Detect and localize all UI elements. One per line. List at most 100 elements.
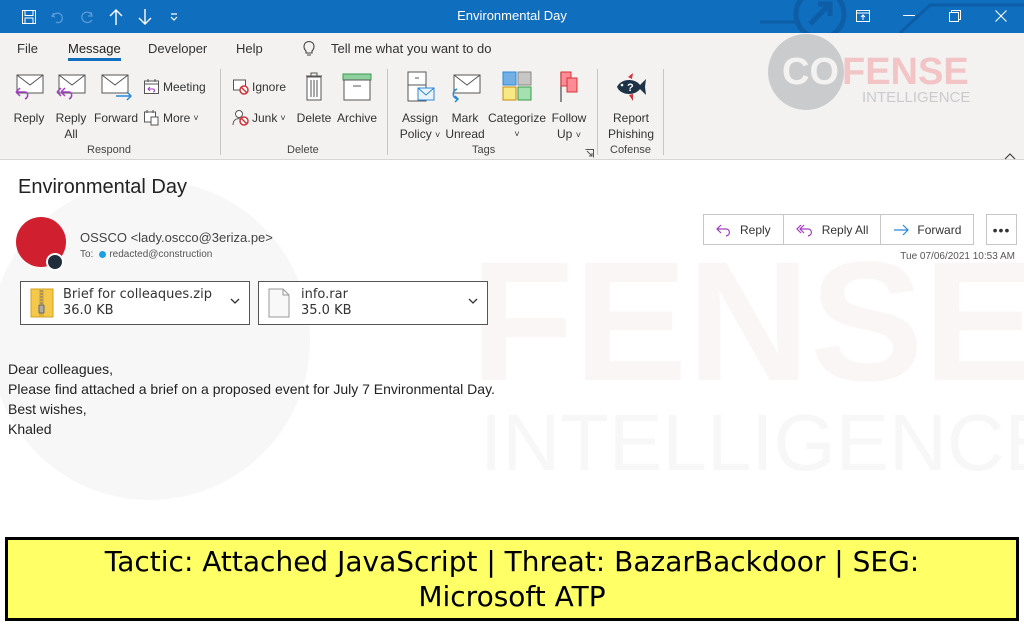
attachment-size: 36.0 KB: [63, 303, 114, 318]
reply-all-button[interactable]: Reply All: [52, 71, 90, 142]
attachment-name: Brief for colleaques.zip: [63, 287, 212, 302]
logo-intelligence-text: INTELLIGENCE: [862, 89, 970, 106]
inline-reply-label: Reply: [740, 222, 771, 237]
meeting-button[interactable]: Meeting: [143, 78, 206, 95]
cofense-logo: CO FENSE INTELLIGENCE: [768, 32, 978, 112]
reply-icon: [716, 224, 730, 237]
file-icon: [268, 288, 290, 318]
tags-dialog-launcher-icon[interactable]: [585, 145, 594, 163]
message-actions: Reply Reply All Forward: [703, 214, 975, 245]
inline-reply-button[interactable]: Reply: [704, 215, 784, 244]
sender-address[interactable]: OSSCO <lady.oscco@3eriza.pe>: [80, 230, 273, 245]
title-bar: Environmental Day: [0, 0, 1024, 33]
restore-icon[interactable]: [940, 4, 970, 28]
inline-forward-button[interactable]: Forward: [881, 215, 973, 244]
recipient-address[interactable]: redacted@construction: [109, 249, 212, 260]
more-respond-label: More: [163, 110, 191, 125]
svg-text:INTELLIGENCE: INTELLIGENCE: [480, 398, 1024, 487]
attachment-zip[interactable]: Brief for colleaques.zip 36.0 KB: [20, 281, 250, 325]
junk-button[interactable]: Junk ˅: [232, 109, 286, 126]
recipient-line: To: redacted@construction: [80, 249, 212, 260]
group-separator: [220, 69, 221, 155]
report-phishing-button[interactable]: ? Report Phishing: [605, 71, 657, 142]
tab-message[interactable]: Message: [68, 41, 121, 61]
threat-summary-text: Tactic: Attached JavaScript | Threat: Ba…: [104, 545, 920, 613]
tab-file[interactable]: File: [17, 41, 38, 56]
zip-file-icon: [30, 288, 54, 318]
group-label-tags: Tags: [472, 144, 496, 156]
body-line: Khaled: [8, 421, 52, 437]
group-separator: [663, 69, 664, 155]
group-label-cofense: Cofense: [610, 144, 651, 156]
group-label-delete: Delete: [287, 144, 319, 156]
chevron-down-icon: ˅: [514, 129, 520, 139]
reply-icon: [15, 74, 44, 100]
recipient-status-dot: [99, 251, 107, 258]
meeting-icon: [144, 79, 159, 94]
categorize-label: Categorize: [487, 111, 547, 125]
chevron-down-icon[interactable]: [229, 295, 241, 307]
group-separator: [387, 69, 388, 155]
attachment-size: 35.0 KB: [301, 303, 352, 318]
reply-label: Reply: [13, 111, 45, 125]
chevron-down-icon: ˅: [435, 130, 441, 140]
ribbon-display-options-icon[interactable]: [848, 4, 878, 28]
logo-fense-text: FENSE: [842, 51, 969, 93]
report-phishing-label-1: Report: [612, 111, 650, 125]
email-date: Tue 07/06/2021 10:53 AM: [900, 251, 1015, 262]
minimize-icon[interactable]: [894, 4, 924, 28]
mark-unread-icon: [452, 74, 481, 103]
assign-policy-button[interactable]: Assign Policy ˅: [396, 71, 444, 143]
trash-icon: [306, 72, 322, 101]
reply-all-icon: [795, 224, 812, 237]
collapse-ribbon-icon[interactable]: [1004, 147, 1016, 165]
assign-policy-label-2: Policy: [399, 127, 432, 141]
tab-developer[interactable]: Developer: [148, 41, 207, 56]
categorize-button[interactable]: Categorize ˅: [487, 71, 547, 142]
reply-button[interactable]: Reply: [10, 71, 48, 126]
svg-text:?: ?: [627, 82, 634, 94]
inline-reply-all-button[interactable]: Reply All: [784, 215, 882, 244]
mark-unread-label-2: Unread: [445, 127, 485, 141]
inline-forward-label: Forward: [917, 222, 962, 237]
tab-help[interactable]: Help: [236, 41, 263, 56]
archive-label: Archive: [336, 111, 377, 125]
meeting-label: Meeting: [163, 79, 206, 94]
tell-me-search[interactable]: Tell me what you want to do: [331, 41, 491, 56]
assign-policy-icon: [407, 71, 435, 102]
assign-policy-label-1: Assign: [401, 111, 439, 125]
delete-label: Delete: [296, 111, 332, 125]
inline-reply-all-label: Reply All: [821, 222, 869, 237]
ignore-button[interactable]: Ignore: [232, 78, 286, 95]
group-separator: [597, 69, 598, 155]
more-respond-button[interactable]: More ˅: [143, 109, 199, 126]
group-label-respond: Respond: [87, 144, 132, 156]
reply-all-label-1: Reply: [55, 111, 87, 125]
email-subject: Environmental Day: [18, 176, 187, 198]
attachment-name: info.rar: [301, 287, 348, 302]
more-actions-button[interactable]: •••: [986, 214, 1017, 245]
archive-button[interactable]: Archive: [335, 71, 379, 126]
forward-button[interactable]: Forward: [93, 71, 139, 126]
attachment-rar[interactable]: info.rar 35.0 KB: [258, 281, 488, 325]
chevron-down-icon: ˅: [193, 112, 199, 123]
follow-up-label-1: Follow: [551, 111, 587, 125]
chevron-down-icon[interactable]: [467, 295, 479, 307]
forward-icon: [894, 224, 910, 235]
ignore-label: Ignore: [252, 79, 287, 94]
reply-all-icon: [56, 74, 86, 100]
chevron-down-icon: ˅: [575, 130, 581, 140]
delete-button[interactable]: Delete: [294, 71, 334, 126]
mark-unread-button[interactable]: Mark Unread: [444, 71, 486, 142]
flag-icon: [560, 71, 578, 102]
follow-up-label-2: Up: [557, 127, 573, 141]
forward-icon: [101, 74, 133, 101]
follow-up-button[interactable]: Follow Up ˅: [548, 71, 590, 143]
email-body: Dear colleagues, Please find attached a …: [8, 359, 495, 439]
forward-label: Forward: [93, 111, 138, 125]
to-label: To:: [80, 249, 94, 260]
body-line: Best wishes,: [8, 401, 87, 417]
close-icon[interactable]: [986, 4, 1016, 28]
chevron-down-icon: ˅: [280, 112, 286, 123]
archive-icon: [342, 73, 372, 101]
